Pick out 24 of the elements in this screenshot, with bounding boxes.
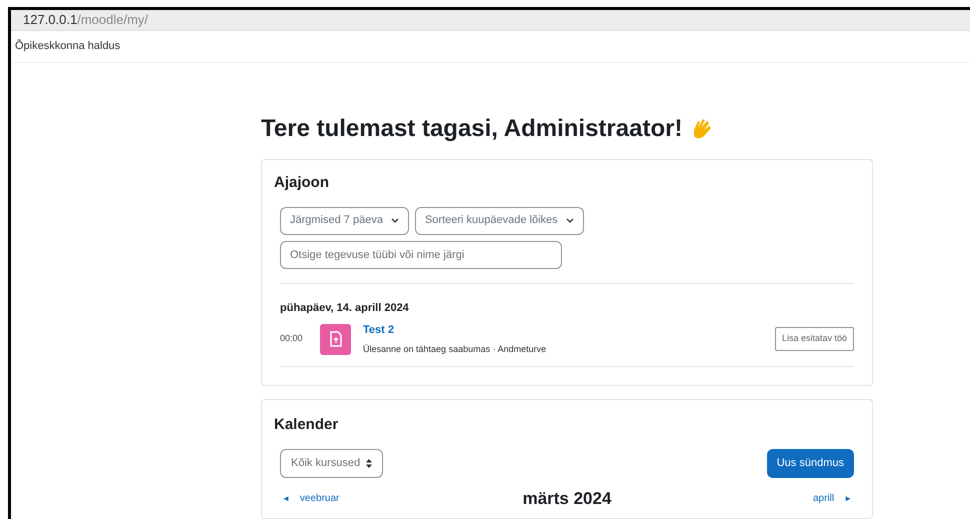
add-submission-button[interactable]: Lisa esitatav töö [774, 327, 854, 351]
assignment-icon [320, 324, 351, 354]
site-title[interactable]: Õpikeskkonna haldus [15, 38, 120, 55]
address-bar[interactable]: 127.0.0.1/moodle/my/ [11, 10, 970, 31]
next-month-link[interactable]: aprill ► [732, 490, 852, 506]
card-title: Ajajoon [274, 173, 330, 193]
card-title: Kalender [274, 415, 340, 435]
chevron-down-icon [390, 218, 399, 224]
welcome-heading: Tere tulemast tagasi, Administraator! [261, 114, 682, 144]
url-path: /moodle/my/ [77, 11, 148, 30]
search-field[interactable]: Otsige tegevuse tüübi või nime järgi [280, 240, 562, 268]
event-date: pühapäev, 14. aprill 2024 [280, 300, 410, 316]
event-description: Ülesanne on tähtaeg saabumas · Andmeturve [363, 342, 548, 356]
course-select[interactable]: Kõik kursused [280, 448, 384, 478]
filter-dropdown[interactable]: Sorteeri kuupäevade lõikes [414, 206, 584, 234]
month-title: märts 2024 [522, 488, 612, 510]
event-time: 00:00 [280, 332, 304, 346]
url-host: 127.0.0.1 [23, 11, 78, 30]
new-event-button[interactable]: Uus sündmus [766, 448, 854, 478]
event-link[interactable]: Test 2 [363, 322, 775, 338]
sort-arrows-icon [366, 458, 372, 468]
previous-month-link[interactable]: ◄ veebruar [282, 490, 402, 506]
chevron-down-icon [566, 218, 574, 224]
filter-dropdown[interactable]: Järgmised 7 päeva [280, 206, 409, 234]
